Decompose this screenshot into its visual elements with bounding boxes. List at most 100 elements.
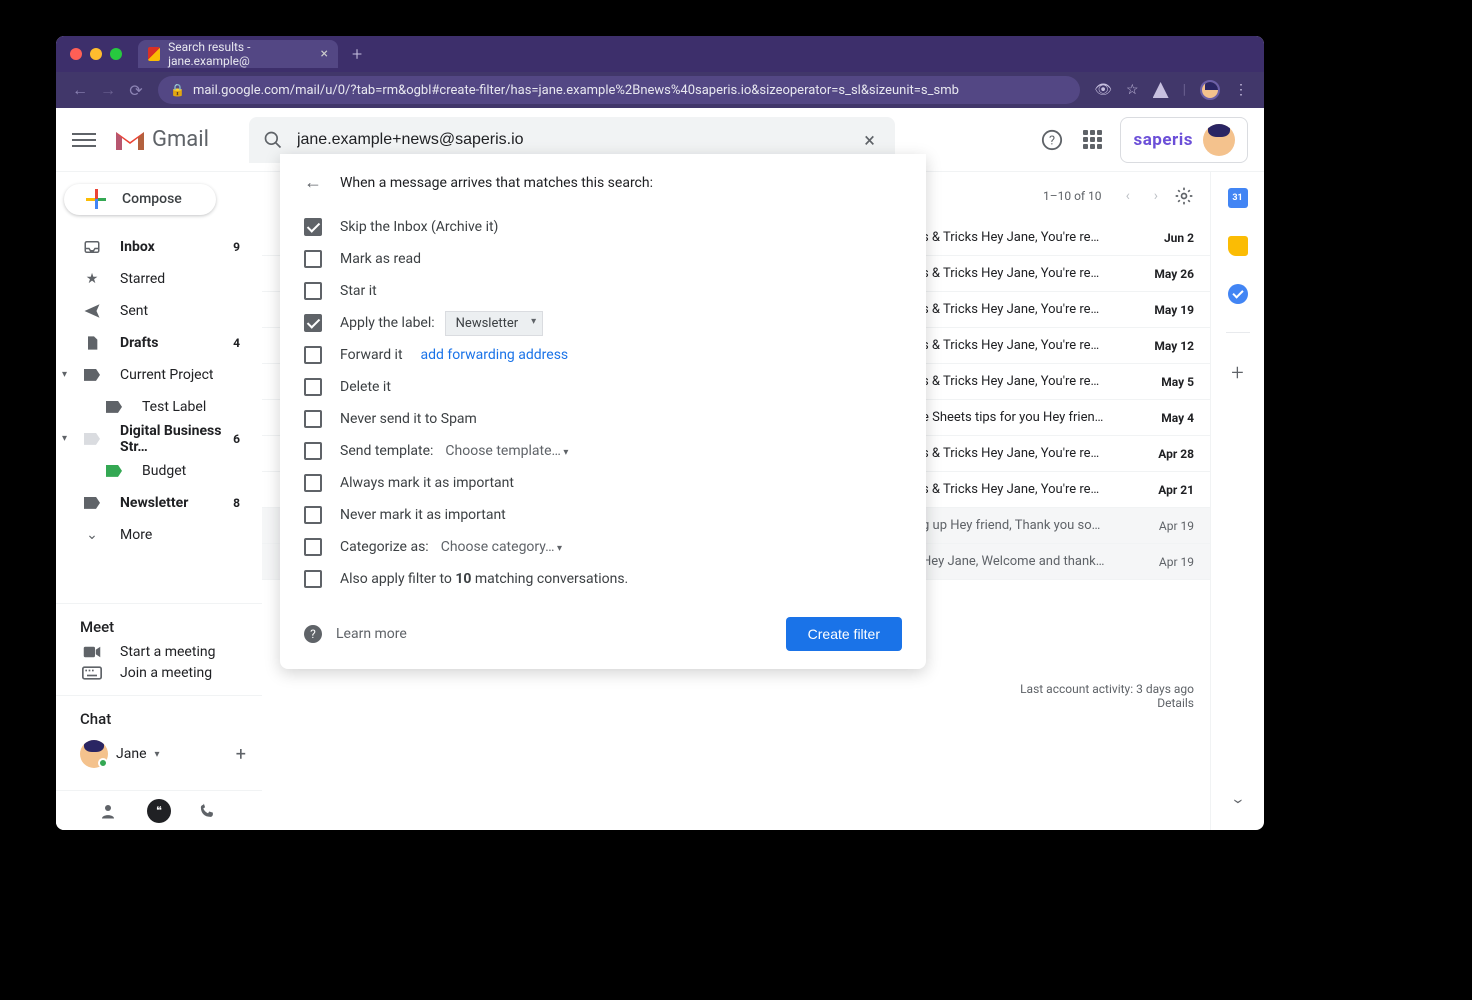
checkbox-never-important[interactable]	[304, 506, 322, 524]
checkbox-mark-read[interactable]	[304, 250, 322, 268]
filter-back-button[interactable]: ←	[304, 172, 322, 193]
browser-menu-icon[interactable]: ⋮	[1234, 82, 1248, 98]
checkbox-skip-inbox[interactable]	[304, 218, 322, 236]
chat-section-title: Chat	[56, 696, 262, 734]
maximize-window-button[interactable]	[110, 48, 122, 60]
filter-option-label: Send template:	[340, 443, 433, 459]
new-chat-button[interactable]: +	[236, 744, 246, 765]
reload-button[interactable]: ⟳	[122, 81, 150, 100]
sidebar-item-current-project[interactable]: ▾ Current Project	[56, 359, 252, 391]
filter-option-label: Skip the Inbox (Archive it)	[340, 219, 498, 235]
mail-date: Apr 28	[1124, 447, 1194, 461]
sidebar-item-digital-business[interactable]: ▾ Digital Business Str… 6	[56, 423, 252, 455]
sidebar-item-starred[interactable]: ★ Starred	[56, 263, 252, 295]
checkbox-categorize[interactable]	[304, 538, 322, 556]
meet-section-title: Meet	[56, 604, 262, 642]
compose-button[interactable]: Compose	[64, 184, 216, 215]
browser-window: Search results - jane.example@ × + ← → ⟳…	[56, 36, 1264, 830]
checkbox-forward[interactable]	[304, 346, 322, 364]
extension-icon[interactable]	[1153, 82, 1169, 98]
support-button[interactable]: ?	[1040, 128, 1064, 152]
address-bar[interactable]: 🔒 mail.google.com/mail/u/0/?tab=rm&ogbl#…	[158, 76, 1080, 104]
details-link[interactable]: Details	[1020, 696, 1194, 710]
mail-date: May 26	[1124, 267, 1194, 281]
mail-date: Apr 19	[1124, 519, 1194, 533]
drafts-icon	[82, 334, 102, 352]
template-select-dropdown[interactable]: Choose template…	[445, 443, 568, 459]
url-bar: ← → ⟳ 🔒 mail.google.com/mail/u/0/?tab=rm…	[56, 72, 1264, 108]
label-icon	[82, 433, 102, 445]
close-window-button[interactable]	[70, 48, 82, 60]
minimize-window-button[interactable]	[90, 48, 102, 60]
window-controls	[70, 48, 122, 60]
hangouts-icon[interactable]: ❝	[147, 799, 171, 823]
sidebar-item-sent[interactable]: Sent	[56, 295, 252, 327]
page-range: 1–10 of 10	[1043, 189, 1102, 203]
forward-button[interactable]: →	[94, 80, 122, 100]
clear-search-button[interactable]: ×	[858, 128, 881, 152]
next-page-button[interactable]: ›	[1146, 188, 1166, 204]
gmail-icon	[114, 128, 146, 152]
prev-page-button[interactable]: ‹	[1118, 188, 1138, 204]
profile-avatar-icon[interactable]	[1200, 80, 1220, 100]
filter-option-label: Always mark it as important	[340, 475, 514, 491]
checkbox-delete[interactable]	[304, 378, 322, 396]
browser-tab[interactable]: Search results - jane.example@ ×	[138, 40, 338, 68]
account-badge[interactable]: saperis	[1120, 117, 1248, 163]
gmail-favicon-icon	[148, 47, 160, 61]
bookmark-star-icon[interactable]: ☆	[1126, 82, 1139, 98]
svg-text:?: ?	[1049, 133, 1055, 148]
chat-user-name: Jane	[116, 746, 147, 762]
video-icon	[82, 645, 102, 659]
filter-title: When a message arrives that matches this…	[340, 175, 653, 191]
calendar-icon[interactable]	[1228, 188, 1248, 208]
brand-name: saperis	[1133, 130, 1193, 150]
phone-icon[interactable]	[199, 803, 219, 819]
sidebar-item-drafts[interactable]: Drafts 4	[56, 327, 252, 359]
settings-button[interactable]	[1174, 186, 1194, 206]
keep-icon[interactable]	[1228, 236, 1248, 256]
back-button[interactable]: ←	[66, 80, 94, 100]
person-icon[interactable]	[99, 802, 119, 820]
add-addon-button[interactable]: +	[1231, 361, 1243, 386]
google-apps-button[interactable]	[1080, 128, 1104, 152]
new-tab-button[interactable]: +	[352, 44, 362, 65]
sent-icon	[82, 302, 102, 320]
tasks-icon[interactable]	[1228, 284, 1248, 304]
sidebar-item-more[interactable]: ⌄ More	[56, 519, 252, 551]
search-input[interactable]	[297, 131, 858, 149]
account-activity-text: Last account activity: 3 days ago	[1020, 682, 1194, 696]
gmail-logo[interactable]: Gmail	[114, 127, 209, 152]
checkbox-always-important[interactable]	[304, 474, 322, 492]
titlebar: Search results - jane.example@ × +	[56, 36, 1264, 72]
checkbox-star-it[interactable]	[304, 282, 322, 300]
compose-plus-icon	[84, 187, 108, 211]
eye-icon[interactable]: 👁	[1094, 82, 1112, 98]
expand-icon[interactable]: ▾	[62, 369, 67, 380]
help-icon: ?	[1041, 129, 1063, 151]
collapse-panel-button[interactable]: ‹	[1227, 799, 1248, 804]
mail-date: May 19	[1124, 303, 1194, 317]
learn-more-link[interactable]: Learn more	[336, 626, 407, 642]
create-filter-panel: ← When a message arrives that matches th…	[280, 154, 926, 669]
create-filter-button[interactable]: Create filter	[786, 617, 902, 651]
start-meeting-button[interactable]: Start a meeting	[56, 642, 262, 663]
close-tab-icon[interactable]: ×	[321, 46, 328, 62]
add-forwarding-link[interactable]: add forwarding address	[421, 347, 569, 363]
chat-user-row[interactable]: Jane ▾ +	[56, 734, 262, 774]
checkbox-never-spam[interactable]	[304, 410, 322, 428]
main-menu-button[interactable]	[72, 128, 96, 152]
sidebar: Compose Inbox 9 ★ Starred Sent	[56, 172, 262, 830]
label-select-dropdown[interactable]: Newsletter	[445, 311, 544, 336]
sidebar-item-budget[interactable]: Budget	[56, 455, 252, 487]
category-select-dropdown[interactable]: Choose category…	[441, 539, 562, 555]
checkbox-also-apply[interactable]	[304, 570, 322, 588]
mail-date: Apr 19	[1124, 555, 1194, 569]
join-meeting-button[interactable]: Join a meeting	[56, 662, 262, 683]
checkbox-apply-label[interactable]	[304, 314, 322, 332]
checkbox-send-template[interactable]	[304, 442, 322, 460]
sidebar-item-test-label[interactable]: Test Label	[56, 391, 252, 423]
sidebar-item-newsletter[interactable]: Newsletter 8	[56, 487, 252, 519]
expand-icon[interactable]: ▾	[62, 433, 67, 444]
sidebar-item-inbox[interactable]: Inbox 9	[56, 231, 252, 263]
